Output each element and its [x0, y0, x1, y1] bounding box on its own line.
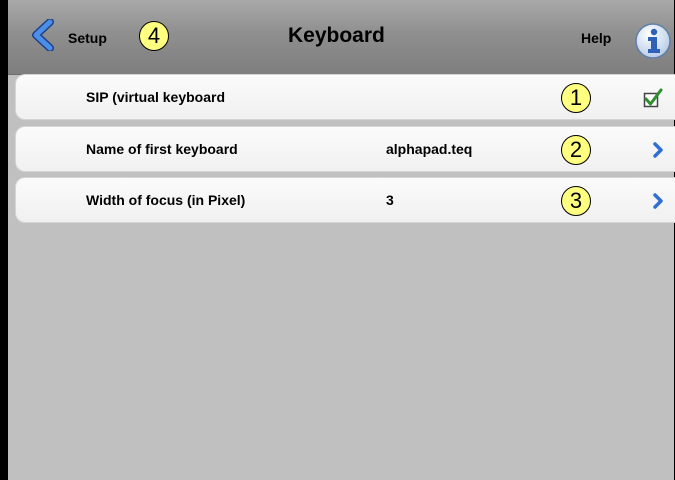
callout-badge: 3 [561, 186, 591, 216]
row-label: Width of focus (in Pixel) [86, 192, 246, 208]
focus-width-row[interactable]: Width of focus (in Pixel) 3 3 [15, 177, 675, 223]
title-bar: Setup 4 Keyboard Help [8, 0, 674, 75]
callout-badge: 4 [139, 21, 169, 51]
back-button-label[interactable]: Setup [68, 30, 107, 46]
row-label: SIP (virtual keyboard [86, 89, 226, 105]
sip-virtual-keyboard-row[interactable]: SIP (virtual keyboard 1 [15, 74, 675, 120]
page-title: Keyboard [288, 24, 385, 47]
callout-badge: 2 [561, 135, 591, 165]
row-label: Name of first keyboard [86, 141, 238, 157]
chevron-right-icon [653, 142, 663, 158]
first-keyboard-name-row[interactable]: Name of first keyboard alphapad.teq 2 [15, 126, 675, 172]
info-icon[interactable] [634, 22, 672, 60]
checkmark-icon[interactable] [643, 88, 663, 108]
help-button-label[interactable]: Help [581, 30, 611, 46]
back-arrow-icon[interactable] [28, 19, 60, 51]
callout-badge: 1 [561, 83, 591, 113]
chevron-right-icon [653, 193, 663, 209]
row-value: alphapad.teq [386, 141, 473, 157]
row-value: 3 [386, 192, 394, 208]
